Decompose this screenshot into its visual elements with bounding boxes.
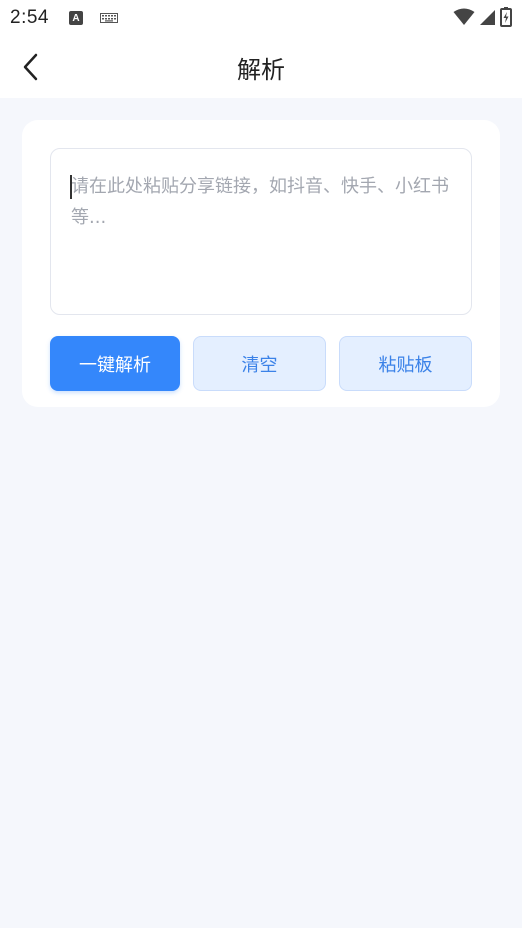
keyboard-icon — [99, 13, 118, 23]
page-title: 解析 — [237, 55, 285, 84]
app-header: 解析 — [0, 36, 522, 98]
status-time: 2:54 — [10, 7, 49, 28]
clear-button[interactable]: 清空 — [193, 336, 326, 391]
parse-button[interactable]: 一键解析 — [50, 336, 180, 391]
status-bar: 2:54 A — [0, 0, 522, 36]
cell-signal-icon — [480, 10, 495, 25]
back-button[interactable] — [14, 50, 48, 84]
paste-button[interactable]: 粘贴板 — [339, 336, 472, 391]
text-a-icon: A — [68, 11, 83, 25]
parse-card: 一键解析 清空 粘贴板 — [22, 120, 500, 407]
wifi-icon — [453, 8, 475, 25]
chevron-left-icon — [23, 53, 38, 81]
text-caret — [70, 175, 72, 199]
battery-icon — [500, 7, 512, 27]
share-link-input[interactable] — [50, 148, 472, 315]
